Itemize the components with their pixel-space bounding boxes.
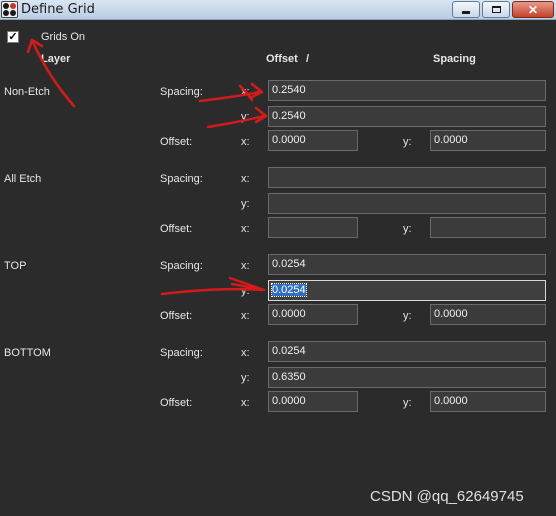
y-label: y: [403,397,412,409]
x-label: x: [241,260,250,272]
y-label: y: [241,285,250,297]
offset-x-field[interactable] [268,217,358,238]
x-label: x: [241,86,250,98]
minimize-icon [462,11,470,14]
spacing-y-field[interactable] [268,193,546,214]
spacing-y-field[interactable]: 0.0254 [268,280,546,301]
grids-on-label[interactable]: Grids On [41,31,85,43]
x-label: x: [241,136,250,148]
x-label: x: [241,397,250,409]
layer-name: Non-Etch [4,86,50,98]
x-label: x: [241,347,250,359]
spacing-label: Spacing: [160,173,203,185]
spacing-x-field[interactable]: 0.0254 [268,254,546,275]
close-icon: ✕ [527,2,539,17]
y-label: y: [241,198,250,210]
layer-name: BOTTOM [4,347,51,359]
layer-name: All Etch [4,173,42,185]
spacing-x-field[interactable]: 0.0254 [268,341,546,362]
spacing-x-field[interactable] [268,167,546,188]
offset-y-field[interactable] [430,217,546,238]
watermark: CSDN @qq_62649745 [370,488,524,505]
offset-label: Offset: [160,397,193,409]
app-icon [1,1,18,18]
grids-on-checkbox[interactable]: ✓ [7,31,19,43]
y-label: y: [403,310,412,322]
offset-y-field[interactable]: 0.0000 [430,304,546,325]
offset-label: Offset: [160,310,193,322]
annotation-arrow-spacing-y [206,106,268,129]
offset-y-field[interactable]: 0.0000 [430,391,546,412]
layer-name: TOP [4,260,27,272]
y-label: y: [241,111,250,123]
offset-label: Offset: [160,223,193,235]
x-label: x: [241,310,250,322]
layer-header: Layer [41,53,71,65]
x-label: x: [241,223,250,235]
spacing-x-field[interactable]: 0.2540 [268,80,546,101]
spacing-label: Spacing: [160,347,203,359]
y-label: y: [241,372,250,384]
spacing-y-field[interactable]: 0.2540 [268,106,546,127]
window-title: Define Grid [21,2,95,17]
offset-y-field[interactable]: 0.0000 [430,130,546,151]
maximize-button[interactable] [482,1,510,18]
spacing-label: Spacing: [160,260,203,272]
offset-x-field[interactable]: 0.0000 [268,304,358,325]
offset-x-field[interactable]: 0.0000 [268,130,358,151]
spacing-label: Spacing: [160,86,203,98]
x-label: x: [241,173,250,185]
annotation-arrow-spacing-x [198,82,264,103]
maximize-icon [491,6,501,13]
offset-header: Offset [266,53,298,65]
title-bar[interactable]: Define Grid ✕ [0,0,556,20]
y-label: y: [403,136,412,148]
offset-label: Offset: [160,136,193,148]
offset-x-field[interactable]: 0.0000 [268,391,358,412]
close-button[interactable]: ✕ [512,1,554,18]
y-label: y: [403,223,412,235]
header-separator: / [306,53,310,65]
selected-text: 0.0254 [271,283,307,297]
minimize-button[interactable] [452,1,480,18]
spacing-y-field[interactable]: 0.6350 [268,367,546,388]
spacing-header: Spacing [433,53,476,65]
